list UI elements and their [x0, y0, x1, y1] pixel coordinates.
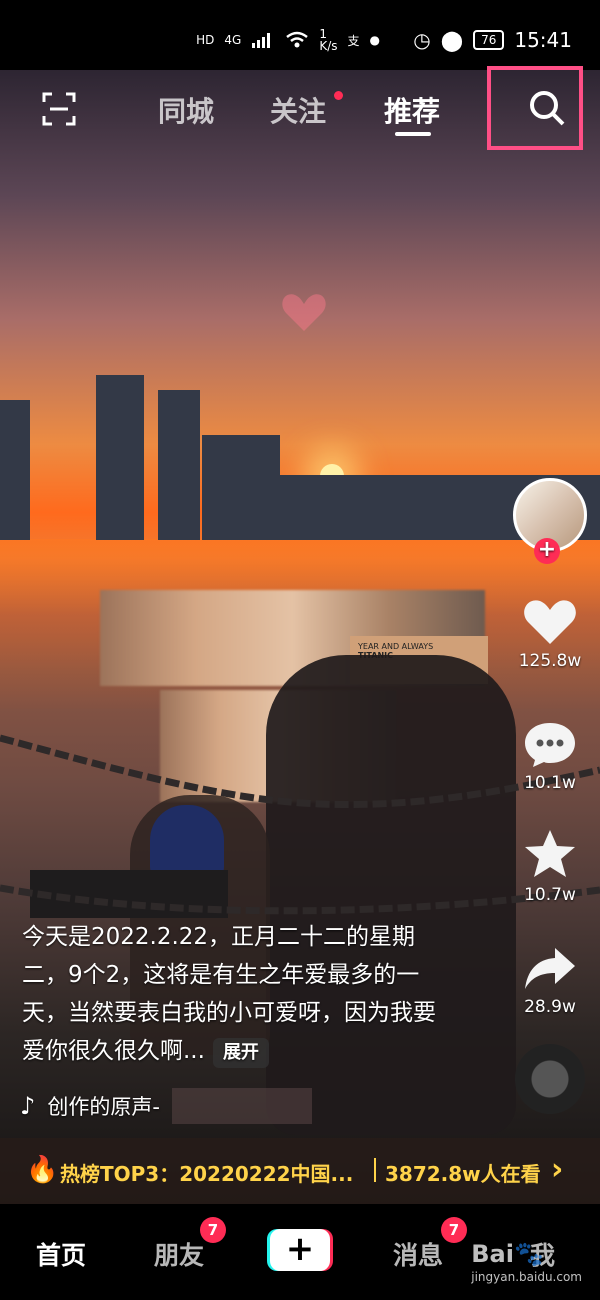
paw-icon: 🐾	[513, 1240, 544, 1268]
following-notification-dot	[334, 91, 343, 100]
hot-list-banner[interactable]: 🔥 热榜TOP3：20220222中国... 3872.8w人在看 ›	[0, 1138, 600, 1204]
alarm-icon: ◷	[413, 28, 431, 52]
music-disc[interactable]	[508, 1044, 592, 1114]
baidu-watermark: Bai🐾 jingyan.baidu.com	[471, 1240, 582, 1284]
recommended-underline	[395, 132, 431, 136]
favorite-count: 10.7w	[524, 885, 576, 905]
comment-button[interactable]: 10.1w	[508, 720, 592, 793]
share-icon	[525, 948, 575, 989]
wifi-icon	[286, 31, 309, 48]
tab-same-city[interactable]: 同城	[158, 90, 214, 130]
follow-plus-button[interactable]: +	[534, 538, 560, 564]
friends-badge: 7	[200, 1217, 226, 1243]
avatar[interactable]: +	[508, 478, 592, 564]
heart-decoration	[282, 294, 326, 331]
fire-icon: 🔥	[26, 1155, 59, 1185]
music-row[interactable]: ♪ 创作的原声-	[20, 1088, 312, 1124]
star-icon	[525, 830, 575, 877]
signal-icon	[252, 33, 271, 48]
messages-badge: 7	[441, 1217, 467, 1243]
watermark-url: jingyan.baidu.com	[471, 1270, 582, 1284]
expand-button[interactable]: 展开	[212, 1038, 269, 1068]
blurred-music-name	[171, 1088, 312, 1124]
battery-indicator: 76	[473, 30, 505, 50]
hd-indicator: HD	[196, 33, 215, 47]
music-disc-icon	[515, 1044, 585, 1114]
like-button[interactable]: 125.8w	[508, 596, 592, 671]
status-indicators: HD 4G 1 K/s 支 ●	[196, 28, 380, 52]
video-caption[interactable]: 今天是2022.2.22，正月二十二的星期二，9个2，这将是有生之年爱最多的一天…	[22, 918, 442, 1070]
comment-icon	[525, 723, 575, 767]
scan-icon	[42, 92, 76, 126]
share-count: 28.9w	[524, 997, 576, 1017]
tab-recommended[interactable]: 推荐	[384, 90, 440, 130]
network-indicator: 4G	[224, 33, 242, 47]
tab-messages[interactable]: 消息	[393, 1236, 443, 1272]
clock: 15:41	[514, 28, 572, 52]
music-title: 创作的原声-	[47, 1095, 160, 1119]
tab-friends[interactable]: 朋友	[154, 1236, 204, 1272]
music-note-icon: ♪	[20, 1092, 36, 1120]
status-right: ◷ ⬤ 76 15:41	[413, 28, 572, 52]
favorite-button[interactable]: 10.7w	[508, 828, 592, 905]
heart-icon	[524, 600, 576, 644]
divider	[374, 1158, 376, 1182]
comment-count: 10.1w	[524, 773, 576, 793]
bottom-navigation: 首页 朋友 7 + 消息 7 我 Bai🐾 jingyan.baidu.com	[0, 1204, 600, 1300]
like-count: 125.8w	[518, 651, 582, 671]
viewer-count: 3872.8w人在看	[385, 1162, 541, 1186]
scan-button[interactable]	[38, 88, 80, 130]
chevron-right-icon: ›	[551, 1152, 564, 1187]
search-highlight-frame	[487, 66, 583, 150]
status-bar: HD 4G 1 K/s 支 ● ◷ ⬤ 76 15:41	[0, 0, 600, 70]
location-icon: ⬤	[440, 28, 464, 52]
tab-following[interactable]: 关注	[270, 90, 326, 130]
share-button[interactable]: 28.9w	[508, 944, 592, 1017]
network-speed: 1 K/s	[319, 27, 338, 53]
create-post-button[interactable]: +	[270, 1229, 330, 1271]
hot-list-text: 热榜TOP3：20220222中国...	[60, 1162, 354, 1186]
alipay-icon: 支	[347, 33, 360, 48]
message-icon: ●	[369, 33, 380, 47]
watermark-brand: Bai	[471, 1240, 514, 1268]
tab-home[interactable]: 首页	[36, 1236, 86, 1272]
